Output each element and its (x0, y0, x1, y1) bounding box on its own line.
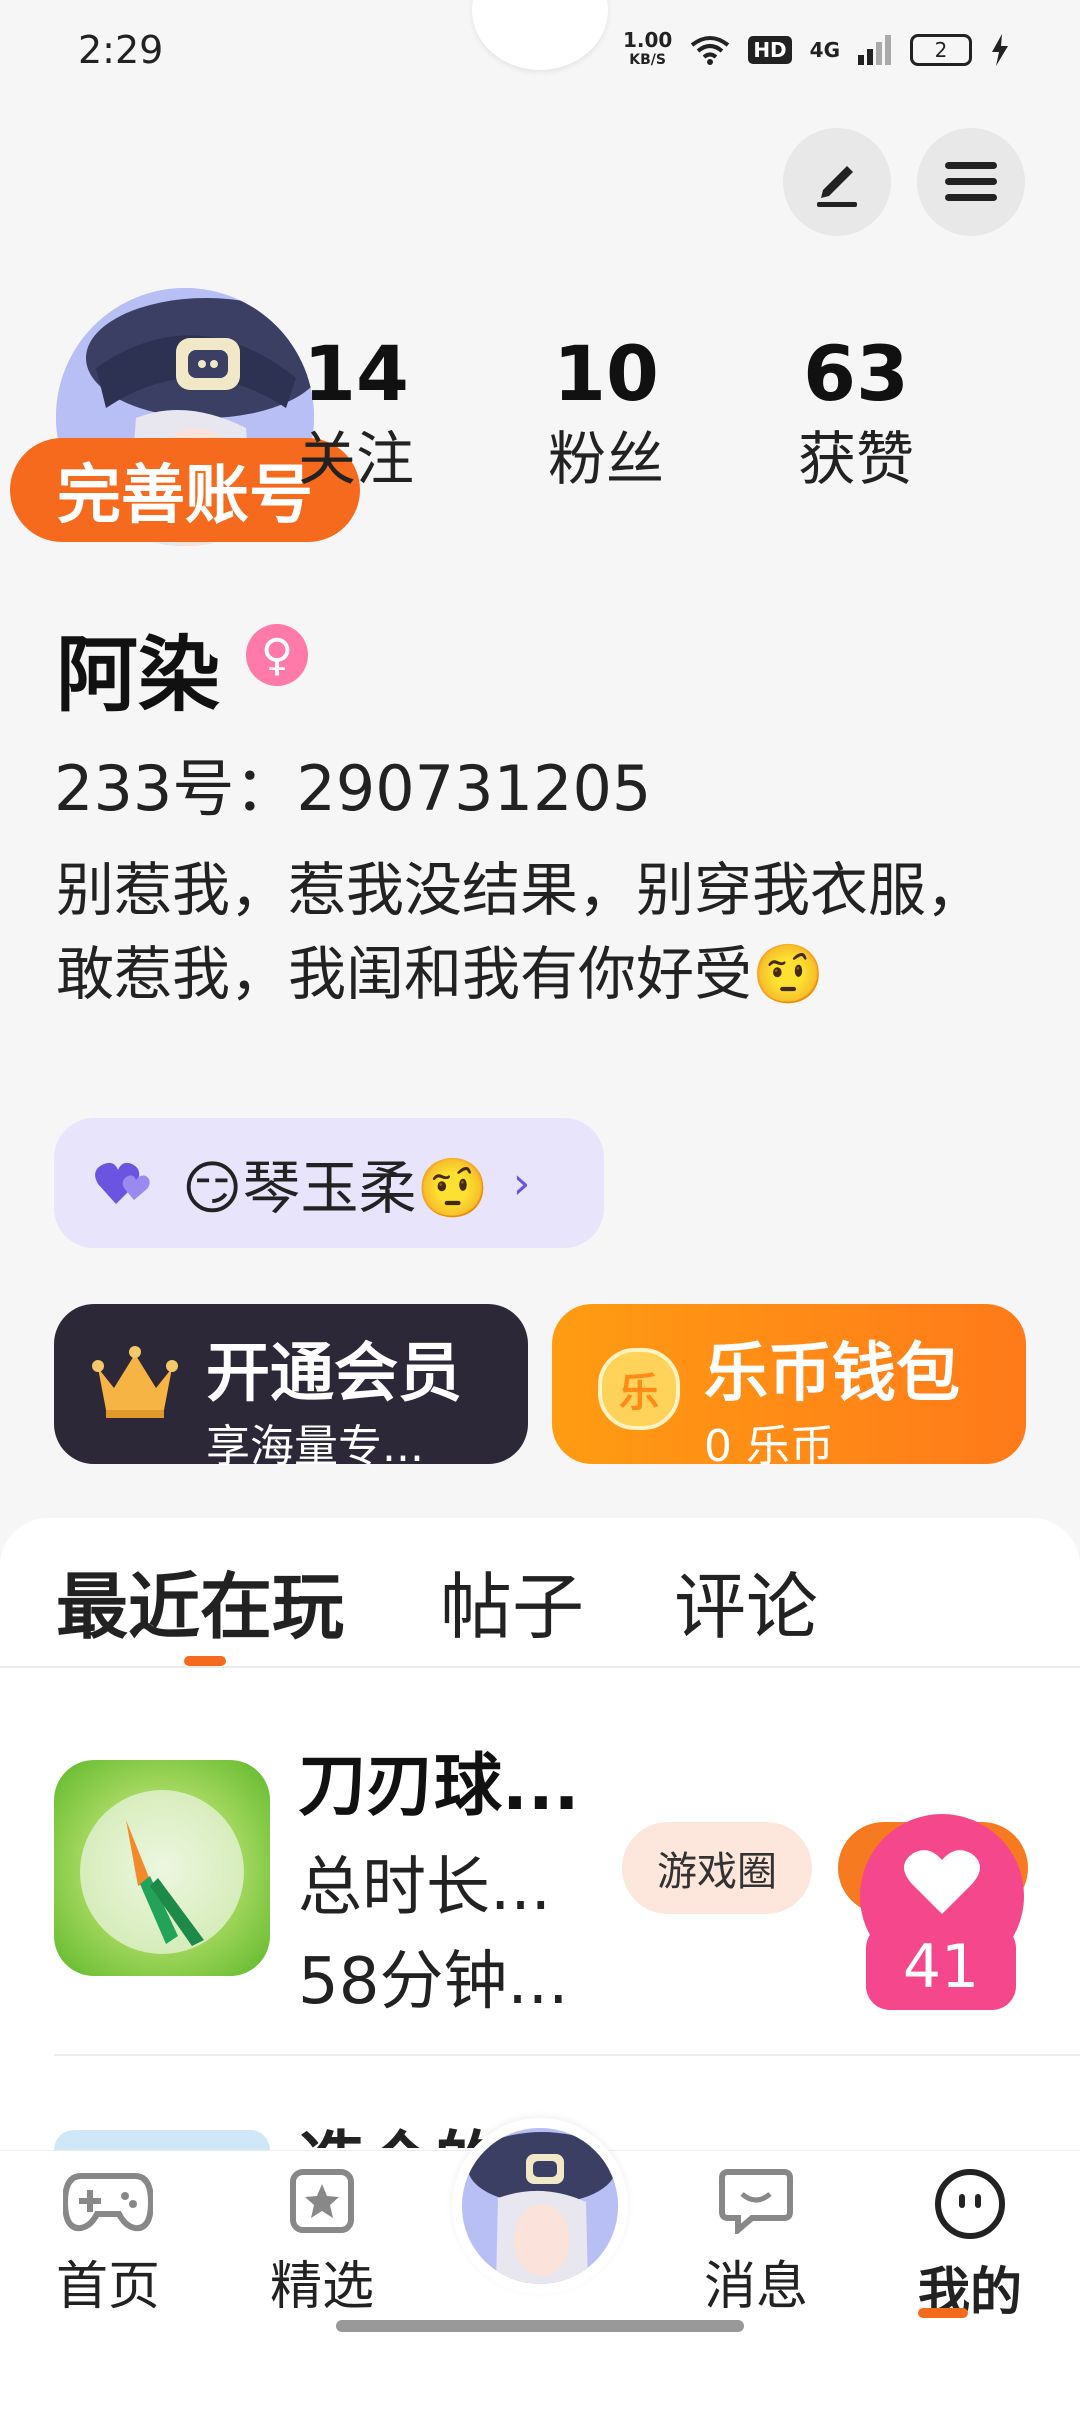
network-speed-unit: KB/S (629, 52, 666, 68)
vip-title: 开通会员 (206, 1337, 462, 1411)
stat-likes-value: 63 (803, 329, 909, 418)
nav-mine-label: 我的 (917, 2263, 1022, 2323)
stat-followers[interactable]: 10 粉丝 (506, 332, 706, 494)
avatar-illustration (462, 2128, 618, 2284)
like-count-badge: 41 (866, 1924, 1016, 2010)
game-title[interactable]: 刀刃球... (298, 1730, 580, 1829)
menu-button[interactable] (917, 128, 1025, 236)
tab-posts[interactable]: 帖子 (440, 1548, 584, 1653)
edit-profile-button[interactable] (783, 128, 891, 236)
club-name: 😏琴玉柔🤨 (182, 1154, 489, 1222)
tab-comments[interactable]: 评论 (674, 1548, 818, 1653)
heart-icon (904, 1850, 980, 1914)
nav-home[interactable]: 首页 (28, 2168, 188, 2319)
wifi-icon (691, 36, 730, 65)
stat-likes[interactable]: 63 获赞 (756, 332, 956, 494)
vip-membership-card[interactable]: 开通会员 享海量专... (54, 1304, 528, 1472)
username: 阿染 (56, 628, 221, 723)
pencil-icon (817, 166, 857, 207)
stat-followers-value: 10 (553, 329, 659, 418)
battery-icon: 2 (910, 34, 972, 66)
club-chip[interactable]: 😏琴玉柔🤨 › (54, 1118, 604, 1248)
home-indicator[interactable] (336, 2320, 744, 2332)
coin-icon: 乐 (598, 1348, 680, 1430)
game-duration-value: 58分钟... (298, 1945, 569, 2019)
knife-ball-game-icon (80, 1790, 244, 1954)
signal-type: 4G (809, 38, 840, 62)
female-gender-icon: ♀ (246, 624, 308, 686)
row-divider (54, 2054, 1080, 2056)
wallet-balance: 0 乐币 (704, 1421, 834, 1472)
wallet-card[interactable]: 乐 乐币钱包 0 乐币 (552, 1304, 1026, 1472)
profile-bio: 别惹我，惹我没结果，别穿我衣服，敢惹我，我闺和我有你好受🤨 (56, 856, 985, 1008)
game-icon[interactable] (54, 1760, 270, 1976)
status-icons: 1.00 KB/S HD 4G 2 (623, 30, 1010, 70)
stat-following-label: 关注 (297, 425, 414, 493)
status-time: 2:29 (78, 28, 164, 72)
network-speed: 1.00 KB/S (623, 30, 672, 70)
account-id[interactable]: 233号：290731205 (54, 738, 651, 828)
nav-messages[interactable]: 消息 (676, 2168, 836, 2319)
nav-featured[interactable]: 精选 (242, 2168, 402, 2319)
next-game-title[interactable]: 造个的 (298, 2108, 502, 2148)
signal-bars-icon (858, 35, 891, 65)
stat-likes-label: 获赞 (797, 425, 914, 493)
nav-center-avatar[interactable] (462, 2128, 618, 2284)
game-circle-button[interactable]: 游戏圈 (622, 1822, 812, 1914)
network-speed-value: 1.00 (622, 28, 673, 52)
game-duration-label: 总时长... (298, 1851, 552, 1925)
chat-bubble-icon (719, 2169, 793, 2237)
wallet-title: 乐币钱包 (704, 1337, 960, 1411)
stat-following[interactable]: 14 关注 (256, 332, 456, 494)
hd-badge: HD (748, 36, 792, 64)
stat-following-value: 14 (303, 329, 409, 418)
crown-icon (92, 1346, 178, 1418)
double-heart-icon (95, 1162, 150, 1204)
chevron-right-icon: › (512, 1157, 531, 1209)
nav-messages-label: 消息 (703, 2257, 808, 2317)
stat-followers-label: 粉丝 (547, 425, 664, 493)
tab-recently-played[interactable]: 最近在玩 (56, 1548, 344, 1653)
active-tab-indicator (184, 1656, 226, 1666)
nav-featured-label: 精选 (269, 2257, 374, 2317)
vip-subtitle: 享海量专... (206, 1421, 424, 1472)
tab-divider (0, 1666, 1080, 1668)
nav-active-indicator (918, 2308, 968, 2318)
nav-mine[interactable]: 我的 (890, 2168, 1050, 2325)
star-bookmark-icon (290, 2169, 354, 2233)
next-game-icon[interactable] (54, 2130, 270, 2150)
gamepad-icon (61, 2173, 155, 2232)
hamburger-menu-icon (945, 162, 997, 201)
camera-notch (472, 0, 608, 70)
smiley-face-icon (935, 2169, 1005, 2239)
nav-home-label: 首页 (55, 2257, 160, 2317)
charging-bolt-icon (992, 34, 1008, 66)
